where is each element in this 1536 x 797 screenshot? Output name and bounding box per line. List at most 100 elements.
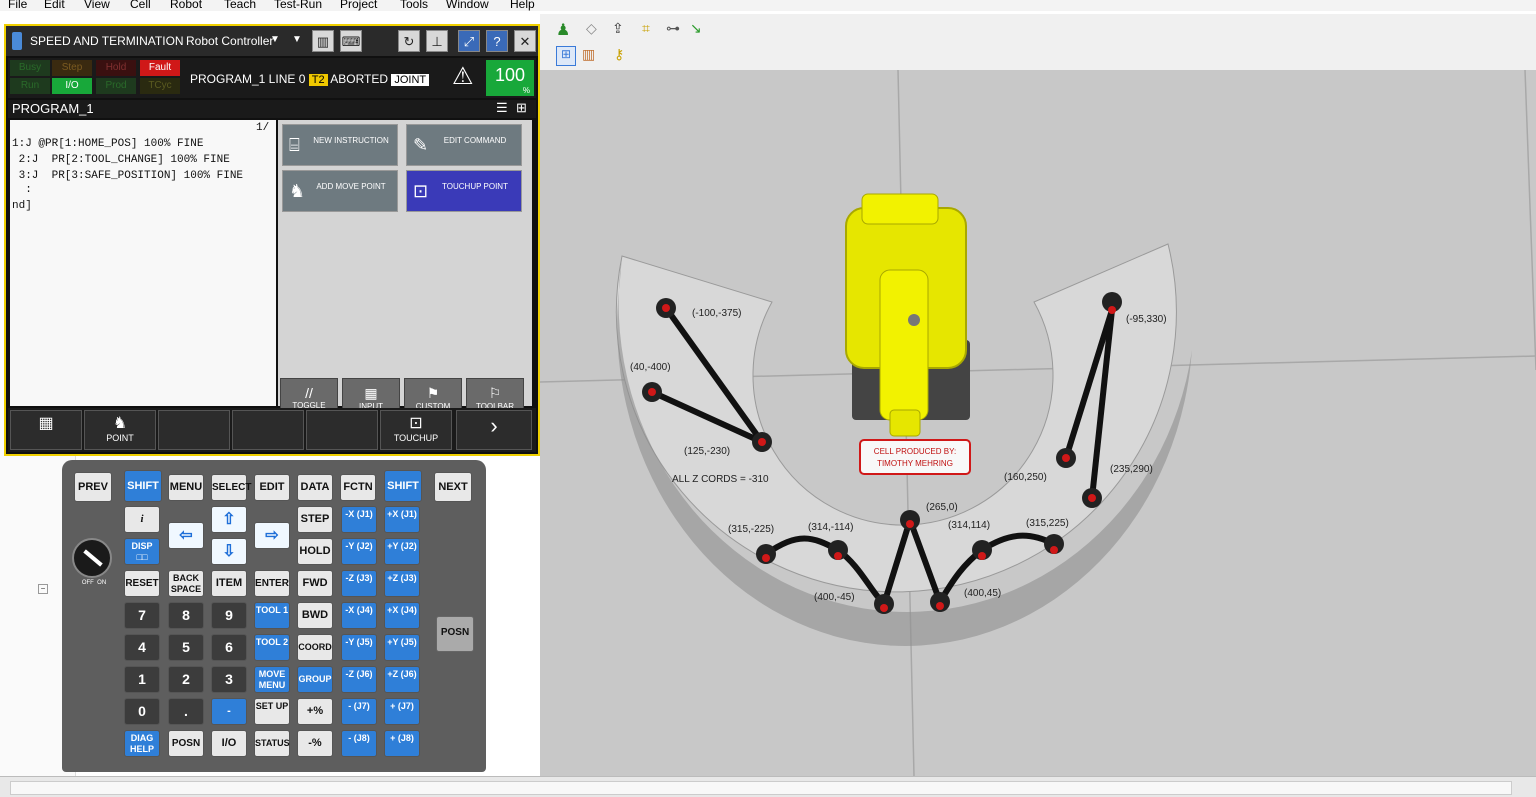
code-line[interactable]: 2:J PR[2:TOOL_CHANGE] 100% FINE [12,154,230,166]
fkey-point[interactable]: ♞ POINT [84,410,156,450]
dropdown-arrow-icon[interactable]: ▼ [292,34,302,45]
robot-person-icon[interactable]: ♟ [556,20,574,39]
key-8[interactable]: 8 [168,602,204,629]
menu-test-run[interactable]: Test-Run [274,0,322,10]
green-arrow-icon[interactable]: ↘ [690,20,708,38]
menu-teach[interactable]: Teach [224,0,256,10]
code-line[interactable]: nd] [12,200,32,212]
key-backspace[interactable]: BACK SPACE [168,570,204,597]
key-speed-down[interactable]: -% [297,730,333,757]
key-fwd[interactable]: FWD [297,570,333,597]
key-5[interactable]: 5 [168,634,204,661]
enable-switch-knob[interactable]: OFF ON [72,538,112,586]
menu-cell[interactable]: Cell [130,0,151,10]
key-diag-help[interactable]: DIAG HELP [124,730,160,757]
eraser-icon[interactable]: ◇ [586,20,604,38]
arrow-left-icon[interactable]: ⇦ [168,522,204,549]
posn-side-button[interactable]: POSN [436,616,474,652]
key-speed-up[interactable]: +% [297,698,333,725]
edit-command-button[interactable]: ✎ EDIT COMMAND [406,124,522,166]
add-move-point-button[interactable]: ♞ ADD MOVE POINT [282,170,398,212]
menu-robot[interactable]: Robot [170,0,202,10]
key-item[interactable]: ITEM [211,570,247,597]
menu-file[interactable]: File [8,0,27,10]
key-9[interactable]: 9 [211,602,247,629]
chevron-down-icon[interactable]: ▼ [270,34,280,45]
keyboard-icon[interactable]: ⌨ [340,30,362,52]
close-icon[interactable]: ✕ [514,30,536,52]
key-status[interactable]: STATUS [254,730,290,757]
tree-icon[interactable]: ⌗ [642,20,660,38]
key-fctn[interactable]: FCTN [340,474,376,501]
speed-override[interactable]: 100 % [486,60,534,96]
code-line[interactable]: 1:J @PR[1:HOME_POS] 100% FINE [12,138,203,150]
horizontal-scrollbar[interactable] [0,776,1536,797]
fkey-empty[interactable] [306,410,378,450]
key-group[interactable]: GROUP [297,666,333,693]
touchup-point-button[interactable]: ⊡ TOUCHUP POINT [406,170,522,212]
jog-plus-j3[interactable]: +Z (J3) [384,570,420,597]
fkey-next[interactable]: › [456,410,532,450]
key-tool2[interactable]: TOOL 2 [254,634,290,661]
controller-select[interactable]: Robot Controller [186,34,273,48]
jog-plus-j6[interactable]: +Z (J6) [384,666,420,693]
key-io[interactable]: I/O [211,730,247,757]
key-prev[interactable]: PREV [74,472,112,502]
key-shift-left[interactable]: SHIFT [124,470,162,502]
upload-icon[interactable]: ⇪ [612,20,630,38]
key-move-menu[interactable]: MOVE MENU [254,666,290,693]
key-posn[interactable]: POSN [168,730,204,757]
arrow-down-icon[interactable]: ⇩ [211,538,247,565]
key-disp[interactable]: DISP □□ [124,538,160,565]
key-next[interactable]: NEXT [434,472,472,502]
key-info[interactable]: i [124,506,160,533]
code-line[interactable]: : [12,184,32,196]
jog-plus-j4[interactable]: +X (J4) [384,602,420,629]
trash-icon[interactable]: ▥ [312,30,334,52]
jog-minus-j2[interactable]: -Y (J2) [341,538,377,565]
key-coord[interactable]: COORD [297,634,333,661]
menu-window[interactable]: Window [446,0,489,10]
key-menu[interactable]: MENU [168,474,204,501]
books-icon[interactable]: ▥ [582,46,600,64]
jog-plus-j2[interactable]: +Y (J2) [384,538,420,565]
split-view-icon[interactable]: ⊞ [516,100,527,116]
tree-view-icon[interactable]: ⊞ [556,46,576,66]
jog-minus-j7[interactable]: - (J7) [341,698,377,725]
jog-minus-j4[interactable]: -X (J4) [341,602,377,629]
key-1[interactable]: 1 [124,666,160,693]
key-6[interactable]: 6 [211,634,247,661]
menu-view[interactable]: View [84,0,110,10]
undock-icon[interactable]: ⤢ [458,30,480,52]
jog-minus-j5[interactable]: -Y (J5) [341,634,377,661]
robot-arm[interactable] [845,193,970,453]
key-3[interactable]: 3 [211,666,247,693]
fkey-empty[interactable] [232,410,304,450]
jog-minus-j6[interactable]: -Z (J6) [341,666,377,693]
key-icon[interactable]: ⚷ [614,46,632,64]
list-view-icon[interactable]: ☰ [496,100,508,116]
key-minus-comma[interactable]: - [211,698,247,725]
key-hold[interactable]: HOLD [297,538,333,565]
key-shift-right[interactable]: SHIFT [384,470,422,502]
help-icon[interactable]: ? [486,30,508,52]
tree-expander-icon[interactable]: − [38,584,48,594]
key-enter[interactable]: ENTER [254,570,290,597]
fkey-empty[interactable] [158,410,230,450]
key-data[interactable]: DATA [297,474,333,501]
program-editor[interactable]: 1/ 1:J @PR[1:HOME_POS] 100% FINE 2:J PR[… [10,120,276,406]
key-dot[interactable]: . [168,698,204,725]
jog-plus-j5[interactable]: +Y (J5) [384,634,420,661]
key-2[interactable]: 2 [168,666,204,693]
scrollbar-thumb[interactable] [10,781,1512,795]
key-bwd[interactable]: BWD [297,602,333,629]
menu-project[interactable]: Project [340,0,377,10]
jog-plus-j1[interactable]: +X (J1) [384,506,420,533]
pin-icon[interactable]: ⊥ [426,30,448,52]
key-0[interactable]: 0 [124,698,160,725]
fkey-menu[interactable]: ▦ [10,410,82,450]
key-reset[interactable]: RESET [124,570,160,597]
menu-edit[interactable]: Edit [44,0,65,10]
menu-tools[interactable]: Tools [400,0,428,10]
jog-plus-j8[interactable]: + (J8) [384,730,420,757]
